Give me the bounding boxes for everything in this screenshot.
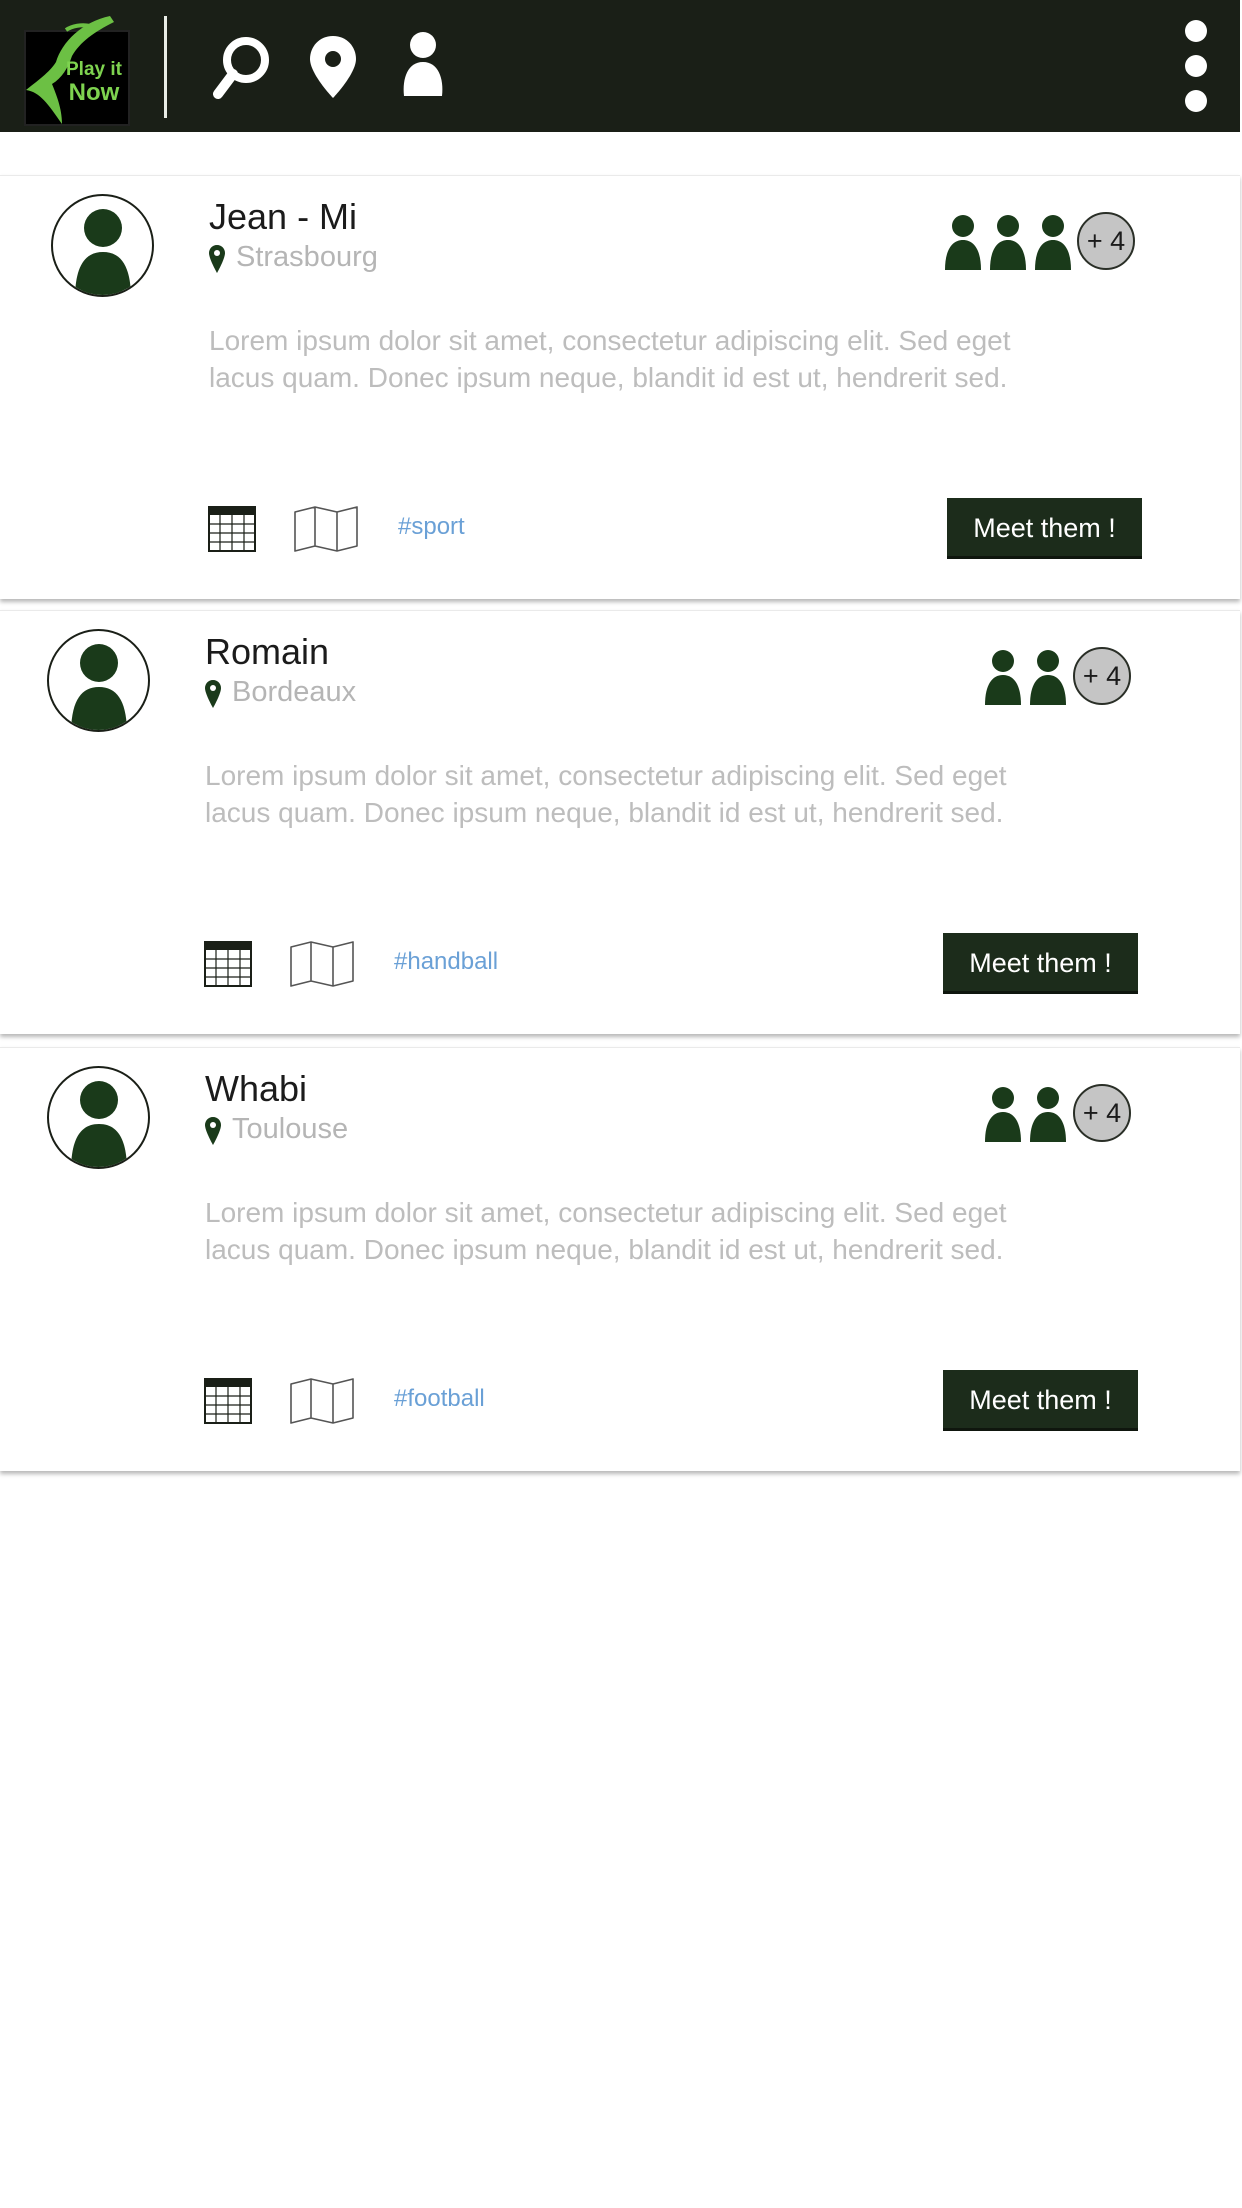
user-card[interactable]: Romain Bordeaux + 4 Lorem ipsum dolor si… bbox=[0, 610, 1240, 1034]
avatar[interactable] bbox=[51, 194, 154, 297]
user-city: Strasbourg bbox=[236, 241, 378, 273]
top-bar: Play it Now bbox=[0, 0, 1240, 132]
app-logo[interactable]: Play it Now bbox=[22, 12, 132, 128]
members-group[interactable]: + 4 bbox=[943, 212, 1143, 272]
user-card[interactable]: Jean - Mi Strasbourg + 4 Lorem ipsum dol… bbox=[0, 175, 1240, 599]
map-icon[interactable] bbox=[293, 506, 359, 552]
member-icon bbox=[1030, 1087, 1066, 1142]
extra-members-badge[interactable]: + 4 bbox=[1073, 1084, 1131, 1142]
user-name: Whabi bbox=[205, 1068, 308, 1109]
member-icon bbox=[1030, 650, 1066, 705]
calendar-icon[interactable] bbox=[204, 941, 252, 987]
location-pin-icon bbox=[205, 680, 221, 708]
logo-line2: Now bbox=[68, 78, 120, 106]
user-card[interactable]: Whabi Toulouse + 4 Lorem ipsum dolor sit… bbox=[0, 1047, 1240, 1471]
profile-icon[interactable] bbox=[398, 30, 448, 98]
member-icon bbox=[985, 650, 1021, 705]
calendar-icon[interactable] bbox=[208, 506, 256, 552]
meet-them-button[interactable]: Meet them ! bbox=[943, 933, 1138, 994]
map-icon[interactable] bbox=[289, 941, 355, 987]
sport-tag[interactable]: #handball bbox=[394, 948, 498, 976]
user-city: Bordeaux bbox=[232, 676, 357, 708]
calendar-icon[interactable] bbox=[204, 1378, 252, 1424]
map-icon[interactable] bbox=[289, 1378, 355, 1424]
user-avatar-icon bbox=[75, 209, 131, 295]
search-icon[interactable] bbox=[210, 34, 274, 102]
meet-them-button[interactable]: Meet them ! bbox=[947, 498, 1142, 559]
member-icon bbox=[945, 215, 981, 270]
user-city: Toulouse bbox=[232, 1113, 349, 1145]
sport-tag[interactable]: #sport bbox=[398, 513, 465, 541]
extra-members-badge[interactable]: + 4 bbox=[1077, 212, 1135, 270]
extra-members-badge[interactable]: + 4 bbox=[1073, 647, 1131, 705]
description: Lorem ipsum dolor sit amet, consectetur … bbox=[205, 760, 1007, 828]
sport-tag[interactable]: #football bbox=[394, 1385, 485, 1413]
avatar[interactable] bbox=[47, 1066, 150, 1169]
members-group[interactable]: + 4 bbox=[983, 647, 1143, 707]
header-divider bbox=[164, 16, 167, 118]
location-pin-icon bbox=[209, 245, 225, 273]
location-pin-icon bbox=[205, 1117, 221, 1145]
location-pin-icon[interactable] bbox=[308, 34, 358, 100]
avatar[interactable] bbox=[47, 629, 150, 732]
description: Lorem ipsum dolor sit amet, consectetur … bbox=[205, 1197, 1007, 1265]
user-name: Romain bbox=[205, 631, 330, 672]
description: Lorem ipsum dolor sit amet, consectetur … bbox=[209, 325, 1011, 393]
member-icon bbox=[1035, 215, 1071, 270]
user-name: Jean - Mi bbox=[209, 196, 358, 237]
meet-them-button[interactable]: Meet them ! bbox=[943, 1370, 1138, 1431]
member-icon bbox=[985, 1087, 1021, 1142]
user-avatar-icon bbox=[71, 1081, 127, 1167]
user-avatar-icon bbox=[71, 644, 127, 730]
members-group[interactable]: + 4 bbox=[983, 1084, 1143, 1144]
more-vertical-icon[interactable] bbox=[1176, 16, 1216, 116]
logo-line1: Play it bbox=[66, 59, 122, 80]
member-icon bbox=[990, 215, 1026, 270]
